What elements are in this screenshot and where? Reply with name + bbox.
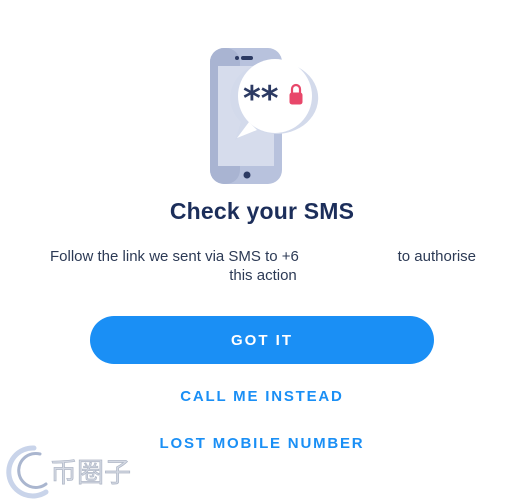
instruction-text: Follow the link we sent via SMS to +6 to… bbox=[50, 247, 476, 285]
sms-verification-screen: ** Check your SMS Follow the link we sen… bbox=[0, 0, 524, 501]
phone-sms-illustration: ** bbox=[210, 48, 319, 184]
call-me-instead-link[interactable]: CALL ME INSTEAD bbox=[0, 388, 524, 405]
masked-code-text: ** bbox=[243, 79, 279, 119]
watermark-logo: 币圈子 bbox=[6, 445, 131, 499]
instruction-line-1: Follow the link we sent via SMS to +6 to… bbox=[50, 247, 476, 266]
instruction-part-2: to authorise bbox=[397, 248, 476, 265]
instruction-line-2: this action bbox=[229, 267, 297, 284]
watermark-text: 币圈子 bbox=[50, 458, 131, 489]
instruction-part-1: Follow the link we sent via SMS to +6 bbox=[50, 248, 299, 265]
page-title: Check your SMS bbox=[169, 198, 355, 224]
got-it-button[interactable]: GOT IT bbox=[90, 316, 434, 364]
